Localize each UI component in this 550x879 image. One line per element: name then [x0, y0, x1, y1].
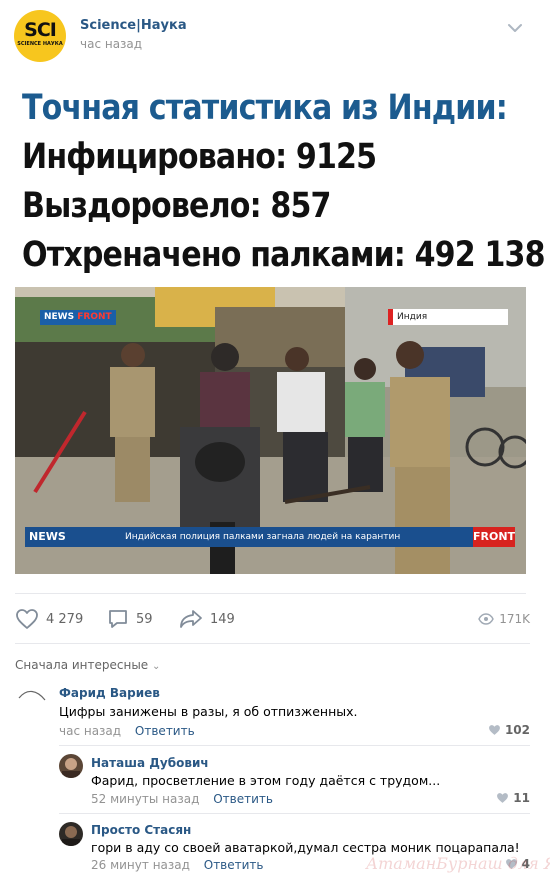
- comment-icon: [109, 610, 127, 628]
- share-icon: [180, 610, 202, 628]
- avatar-logo-text: SCI: [24, 19, 57, 41]
- lower-third-front: FRONT: [473, 527, 515, 547]
- headline-recovered: Выздоровело: 857: [22, 186, 332, 226]
- lower-third-caption: Индийская полиция палками загнала людей …: [125, 532, 401, 542]
- post-headline-block: Точная статистика из Индии: Инфицировано…: [22, 84, 546, 280]
- avatar-image: [59, 822, 83, 846]
- post-actions: 4 279 59 149 171K: [15, 604, 530, 634]
- heart-icon: [16, 609, 38, 629]
- comment-author[interactable]: Фарид Вариев: [59, 686, 160, 700]
- views-count: 171K: [499, 612, 530, 626]
- location-badge: Индия: [388, 309, 508, 325]
- heart-icon: [489, 725, 500, 735]
- comment-avatar[interactable]: [59, 822, 83, 846]
- comment-text: Фарид, просветление в этом году даётся с…: [91, 773, 441, 788]
- avatar-logo-subtitle: SCIENCE НАУКА: [17, 41, 63, 47]
- share-button[interactable]: 149: [179, 604, 235, 634]
- comments-sort-dropdown[interactable]: Сначала интересные ⌄: [15, 658, 160, 672]
- divider: [59, 745, 530, 746]
- comment-like-button[interactable]: 102: [488, 723, 530, 737]
- comment-author[interactable]: Наташа Дубович: [91, 756, 209, 770]
- chevron-down-icon[interactable]: [506, 19, 524, 37]
- avatar-image: [15, 684, 49, 718]
- badge-front-text: FRONT: [77, 312, 112, 322]
- comment-like-button[interactable]: 11: [496, 791, 530, 805]
- group-name-link[interactable]: Science|Наука: [80, 18, 187, 33]
- comment-avatar[interactable]: [15, 684, 49, 718]
- group-avatar[interactable]: SCI SCIENCE НАУКА: [14, 10, 66, 62]
- reply-button[interactable]: Ответить: [204, 858, 264, 872]
- comment-meta: 52 минуты назад Ответить: [91, 792, 273, 806]
- comment-meta: 26 минут назад Ответить: [91, 858, 264, 872]
- lower-third-news: NEWS: [25, 527, 71, 547]
- comment-like-count: 102: [504, 723, 530, 737]
- post-photo[interactable]: NEWS FRONT Индия NEWS Индийская полиция …: [15, 287, 526, 574]
- eye-icon: [478, 613, 495, 625]
- comment-item: Наташа Дубович Фарид, просветление в это…: [15, 752, 530, 812]
- share-count: 149: [210, 611, 235, 627]
- badge-news-text: NEWS: [44, 312, 75, 322]
- headline-infected: Инфицировано: 9125: [22, 137, 377, 177]
- like-count: 4 279: [46, 611, 84, 627]
- watermark: АтаманБурнаш для ЯП: [366, 854, 550, 873]
- divider: [15, 593, 526, 594]
- divider: [59, 813, 530, 814]
- reply-button[interactable]: Ответить: [135, 724, 195, 738]
- like-button[interactable]: 4 279: [15, 604, 83, 634]
- comment-meta: час назад Ответить: [59, 724, 195, 738]
- photo-lower-third: NEWS Индийская полиция палками загнала л…: [25, 527, 515, 547]
- comment-avatar[interactable]: [59, 754, 83, 778]
- avatar-image: [59, 754, 83, 778]
- post-header: SCI SCIENCE НАУКА Science|Наука час наза…: [0, 0, 550, 70]
- comment-text: гори в аду со своей аватаркой,думал сест…: [91, 840, 520, 855]
- comment-text: Цифры занижены в разы, я об отпизженных.: [59, 704, 358, 719]
- comment-item: Фарид Вариев Цифры занижены в разы, я об…: [15, 684, 530, 744]
- views-counter: 171K: [478, 604, 530, 634]
- post-time[interactable]: час назад: [80, 37, 142, 51]
- comment-like-count: 11: [513, 791, 530, 805]
- chevron-down-icon: ⌄: [152, 661, 161, 672]
- comment-count: 59: [136, 611, 153, 627]
- comments-sort-label: Сначала интересные: [15, 658, 149, 672]
- headline-title: Точная статистика из Индии:: [22, 88, 508, 128]
- comment-time[interactable]: 52 минуты назад: [91, 792, 199, 806]
- heart-icon: [497, 793, 509, 803]
- comment-author[interactable]: Просто Стасян: [91, 823, 191, 837]
- divider: [15, 643, 530, 644]
- news-front-badge: NEWS FRONT: [40, 310, 116, 325]
- headline-beaten: Отхреначено палками: 492 138: [22, 235, 546, 275]
- comment-button[interactable]: 59: [107, 604, 153, 634]
- comment-time[interactable]: 26 минут назад: [91, 858, 190, 872]
- comment-time[interactable]: час назад: [59, 724, 121, 738]
- reply-button[interactable]: Ответить: [213, 792, 273, 806]
